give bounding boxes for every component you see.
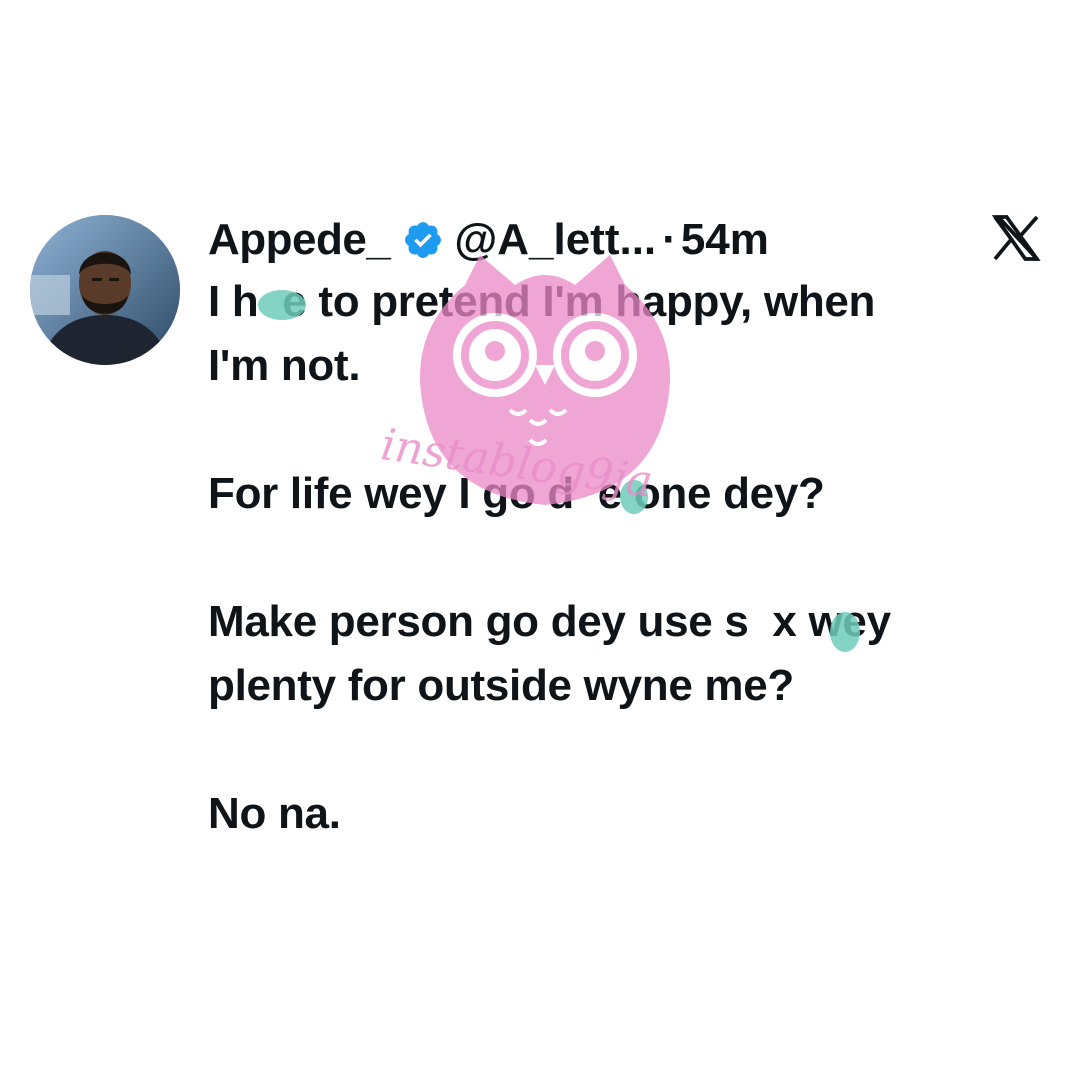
tweet-paragraph: No na. [208,789,341,838]
avatar[interactable] [30,215,180,365]
censor-mark [830,612,860,652]
avatar-image [30,215,180,365]
tweet-text: I h e to pretend I'm happy, when I'm not… [208,270,1048,910]
header-separator: · [662,215,677,264]
x-logo-icon [988,210,1044,266]
screenshot-page: Appede_ @A_lett... · 54m I h e to preten… [0,0,1080,1080]
display-name[interactable]: Appede_ [208,215,391,265]
tweet-paragraph: I h e to pretend I'm happy, when I'm not… [208,277,876,390]
verified-badge-icon [402,219,444,261]
censor-mark [258,290,306,320]
user-handle[interactable]: @A_lett... [454,215,656,265]
tweet-header: Appede_ @A_lett... · 54m [208,210,769,270]
tweet-timestamp[interactable]: 54m [681,215,769,265]
censor-mark [620,480,648,514]
tweet-paragraph: Make person go dey use s x wey plenty fo… [208,597,891,710]
